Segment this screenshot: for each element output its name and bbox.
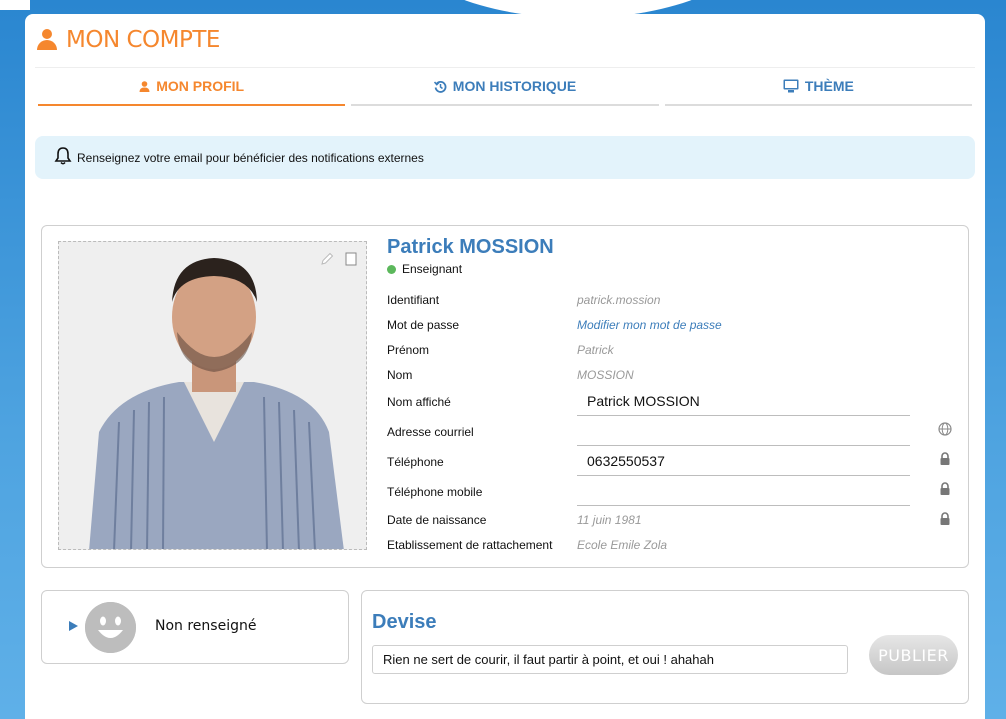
tab-label: THÈME	[804, 78, 854, 94]
mood-label: Non renseigné	[155, 618, 257, 634]
phone-input[interactable]	[577, 446, 910, 476]
tab-theme[interactable]: THÈME	[664, 68, 972, 106]
email-input[interactable]	[577, 416, 910, 446]
tab-bar: MON PROFIL MON HISTORIQUE THÈME	[35, 67, 975, 106]
role-label: Enseignant	[402, 262, 463, 276]
lock-icon[interactable]	[938, 452, 952, 466]
mood-card[interactable]: Non renseigné	[41, 590, 349, 664]
user-icon	[139, 80, 150, 92]
label-nom: Nom	[387, 368, 413, 382]
change-password-link[interactable]: Modifier mon mot de passe	[577, 318, 722, 332]
label-telephone: Téléphone	[387, 455, 444, 469]
history-icon	[433, 80, 447, 93]
label-mobile: Téléphone mobile	[387, 485, 483, 499]
profile-card: Patrick MOSSION Enseignant Identifiant p…	[41, 225, 969, 568]
document-icon[interactable]	[344, 252, 358, 266]
devise-card: Devise PUBLIER	[361, 590, 969, 704]
user-icon	[36, 29, 58, 51]
label-identifiant: Identifiant	[387, 293, 440, 307]
value-nom: MOSSION	[577, 368, 634, 382]
label-naissance: Date de naissance	[387, 513, 487, 527]
profile-name: Patrick MOSSION	[387, 236, 554, 258]
tab-label: MON PROFIL	[156, 78, 245, 94]
expand-arrow-icon[interactable]	[69, 621, 78, 631]
value-prenom: Patrick	[577, 343, 614, 357]
label-email: Adresse courriel	[387, 425, 474, 439]
label-password: Mot de passe	[387, 318, 460, 332]
monitor-icon	[783, 79, 799, 93]
edit-photo-icon[interactable]	[320, 252, 334, 266]
label-prenom: Prénom	[387, 343, 430, 357]
notification-text: Renseignez votre email pour bénéficier d…	[77, 150, 424, 165]
devise-input[interactable]	[372, 645, 848, 674]
mobile-input[interactable]	[577, 476, 910, 506]
notification-banner: Renseignez votre email pour bénéficier d…	[35, 136, 975, 179]
value-etablissement: Ecole Emile Zola	[577, 538, 668, 552]
smiley-icon	[85, 602, 136, 653]
label-nom-affiche: Nom affiché	[387, 395, 451, 409]
profile-photo-image	[59, 242, 366, 549]
display-name-input[interactable]	[577, 386, 910, 416]
label-etablissement: Etablissement de rattachement	[387, 538, 553, 552]
tab-mon-profil[interactable]: MON PROFIL	[38, 68, 346, 106]
lock-icon[interactable]	[938, 482, 952, 496]
background-decoration	[0, 0, 30, 10]
value-identifiant: patrick.mossion	[577, 293, 661, 307]
status-dot	[387, 264, 396, 274]
bell-icon	[53, 146, 73, 169]
devise-title: Devise	[372, 611, 437, 633]
lock-icon[interactable]	[938, 512, 952, 526]
globe-icon[interactable]	[938, 422, 952, 436]
page-header: MON COMPTE	[36, 26, 220, 54]
profile-role: Enseignant	[387, 262, 462, 276]
tab-label: MON HISTORIQUE	[452, 78, 577, 94]
value-naissance: 11 juin 1981	[577, 513, 642, 527]
page-title: MON COMPTE	[66, 27, 220, 53]
publish-button[interactable]: PUBLIER	[869, 635, 958, 675]
tab-mon-historique[interactable]: MON HISTORIQUE	[351, 68, 659, 106]
profile-photo[interactable]	[58, 241, 367, 550]
account-panel: MON COMPTE MON PROFIL MON HISTORIQUE THÈ…	[25, 14, 985, 719]
